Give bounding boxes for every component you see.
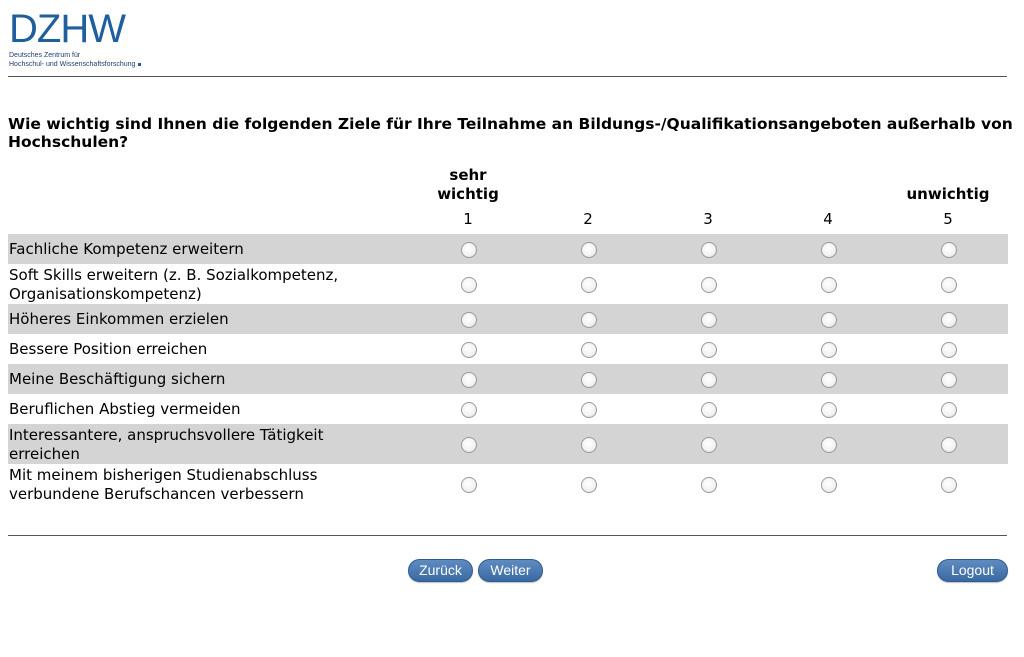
row-label: Soft Skills erweitern (z. B. Sozialkompe… — [9, 266, 338, 304]
row-label-line-1: Beruflichen Abstieg vermeiden — [9, 400, 241, 418]
logo-subtitle-line-2: Hochschul- und Wissenschaftsforschung — [9, 61, 136, 68]
row-label-line-1: Soft Skills erweitern (z. B. Sozialkompe… — [9, 266, 339, 284]
radio-row1-option4[interactable] — [821, 242, 837, 258]
logo-subtitle: Deutsches Zentrum für Hochschul- und Wis… — [9, 51, 149, 69]
matrix-row-7: Interessantere, anspruchsvollere Tätigke… — [8, 424, 1008, 464]
row-label-line-1: Bessere Position erreichen — [9, 340, 208, 358]
radio-row6-option2[interactable] — [581, 402, 597, 418]
matrix-row-8: Mit meinem bisherigen Studienabschluss v… — [8, 464, 1008, 504]
logo-subtitle-line-1: Deutsches Zentrum für — [9, 52, 81, 59]
scale-right-label: unwichtig — [906, 185, 990, 203]
bottom-divider — [8, 535, 1007, 536]
radio-row6-option5[interactable] — [941, 402, 957, 418]
radio-row5-option1[interactable] — [461, 372, 477, 388]
scale-number-3: 3 — [703, 210, 713, 228]
row-label-line-2: erreichen — [9, 445, 80, 463]
radio-row5-option5[interactable] — [941, 372, 957, 388]
row-label-line-1: Mit meinem bisherigen Studienabschluss — [9, 466, 318, 484]
row-label: Beruflichen Abstieg vermeiden — [9, 400, 241, 419]
radio-row4-option2[interactable] — [581, 342, 597, 358]
row-label: Meine Beschäftigung sichern — [9, 370, 225, 389]
radio-row1-option2[interactable] — [581, 242, 597, 258]
radio-row8-option4[interactable] — [821, 477, 837, 493]
radio-row2-option4[interactable] — [821, 277, 837, 293]
row-label: Mit meinem bisherigen Studienabschluss v… — [9, 466, 317, 504]
row-label-line-2: verbundene Berufschancen verbessern — [9, 485, 304, 503]
radio-row2-option1[interactable] — [461, 277, 477, 293]
radio-row4-option3[interactable] — [701, 342, 717, 358]
matrix-row-1: Fachliche Kompetenz erweitern — [8, 234, 1008, 264]
scale-number-2: 2 — [583, 210, 593, 228]
row-label: Bessere Position erreichen — [9, 340, 207, 359]
top-divider — [8, 76, 1007, 77]
scale-left-label-line-2: wichtig — [437, 185, 499, 203]
question-text: Wie wichtig sind Ihnen die folgenden Zie… — [8, 115, 1013, 151]
radio-row6-option4[interactable] — [821, 402, 837, 418]
radio-row5-option2[interactable] — [581, 372, 597, 388]
matrix-row-6: Beruflichen Abstieg vermeiden — [8, 394, 1008, 424]
radio-row2-option2[interactable] — [581, 277, 597, 293]
row-label: Höheres Einkommen erzielen — [9, 310, 229, 329]
radio-row4-option1[interactable] — [461, 342, 477, 358]
radio-row6-option3[interactable] — [701, 402, 717, 418]
row-label-line-1: Interessantere, anspruchsvollere Tätigke… — [9, 426, 324, 444]
matrix-row-2: Soft Skills erweitern (z. B. Sozialkompe… — [8, 264, 1008, 304]
radio-row3-option1[interactable] — [461, 312, 477, 328]
matrix-row-4: Bessere Position erreichen — [8, 334, 1008, 364]
scale-left-label: sehr wichtig — [418, 166, 518, 204]
radio-row1-option3[interactable] — [701, 242, 717, 258]
radio-row8-option2[interactable] — [581, 477, 597, 493]
scale-left-label-line-1: sehr — [449, 166, 487, 184]
radio-row7-option3[interactable] — [701, 437, 717, 453]
radio-row7-option4[interactable] — [821, 437, 837, 453]
radio-row7-option5[interactable] — [941, 437, 957, 453]
radio-row3-option5[interactable] — [941, 312, 957, 328]
radio-row5-option3[interactable] — [701, 372, 717, 388]
radio-row4-option4[interactable] — [821, 342, 837, 358]
matrix-row-5: Meine Beschäftigung sichern — [8, 364, 1008, 394]
back-button[interactable]: Zurück — [408, 559, 473, 582]
scale-number-4: 4 — [823, 210, 833, 228]
radio-row2-option3[interactable] — [701, 277, 717, 293]
radio-row6-option1[interactable] — [461, 402, 477, 418]
radio-row1-option1[interactable] — [461, 242, 477, 258]
radio-row3-option2[interactable] — [581, 312, 597, 328]
row-label: Fachliche Kompetenz erweitern — [9, 240, 244, 259]
radio-row4-option5[interactable] — [941, 342, 957, 358]
next-button[interactable]: Weiter — [478, 559, 543, 582]
radio-row8-option1[interactable] — [461, 477, 477, 493]
radio-row7-option1[interactable] — [461, 437, 477, 453]
radio-row1-option5[interactable] — [941, 242, 957, 258]
radio-row3-option3[interactable] — [701, 312, 717, 328]
scale-number-5: 5 — [943, 210, 953, 228]
logo-wordmark: DZHW — [9, 7, 126, 51]
radio-row3-option4[interactable] — [821, 312, 837, 328]
radio-row7-option2[interactable] — [581, 437, 597, 453]
row-label: Interessantere, anspruchsvollere Tätigke… — [9, 426, 323, 464]
matrix-row-3: Höheres Einkommen erzielen — [8, 304, 1008, 334]
logout-button[interactable]: Logout — [937, 559, 1008, 582]
radio-row2-option5[interactable] — [941, 277, 957, 293]
radio-row8-option3[interactable] — [701, 477, 717, 493]
row-label-line-2: Organisationskompetenz) — [9, 285, 202, 303]
row-label-line-1: Fachliche Kompetenz erweitern — [9, 240, 244, 258]
logo-dot-icon — [138, 62, 142, 66]
row-label-line-1: Meine Beschäftigung sichern — [9, 370, 226, 388]
dzhw-logo: DZHW Deutsches Zentrum für Hochschul- un… — [9, 9, 149, 69]
radio-row5-option4[interactable] — [821, 372, 837, 388]
radio-row8-option5[interactable] — [941, 477, 957, 493]
row-label-line-1: Höheres Einkommen erzielen — [9, 310, 229, 328]
scale-number-1: 1 — [463, 210, 473, 228]
